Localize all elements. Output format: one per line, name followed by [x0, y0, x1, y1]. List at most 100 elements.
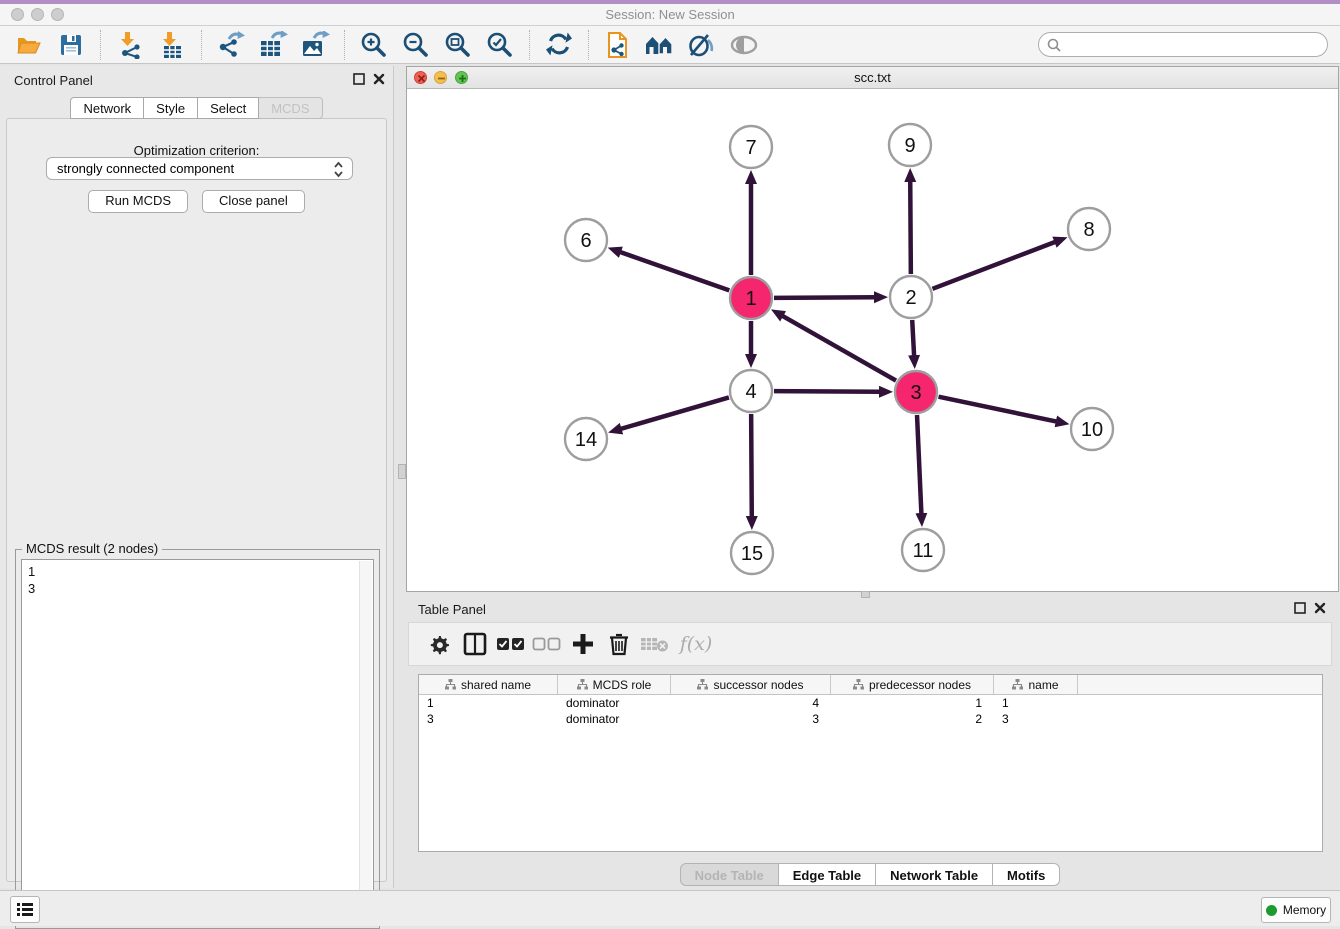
- column-header-shared-name[interactable]: shared name: [419, 675, 558, 694]
- graph-node-6[interactable]: 6: [565, 219, 607, 261]
- column-header-predecessor-nodes[interactable]: predecessor nodes: [831, 675, 994, 694]
- tab-edge-table[interactable]: Edge Table: [779, 863, 876, 886]
- tab-network[interactable]: Network: [70, 97, 144, 119]
- optimization-criterion-select[interactable]: strongly connected component: [46, 157, 353, 180]
- column-header-empty: [1078, 675, 1322, 694]
- edge-4-14[interactable]: [620, 397, 729, 429]
- close-panel-button[interactable]: Close panel: [202, 190, 305, 213]
- export-table-icon[interactable]: [256, 29, 290, 61]
- function-builder-icon[interactable]: f(x): [673, 626, 719, 662]
- table-row[interactable]: 1dominator411: [419, 695, 1322, 711]
- table-cell[interactable]: 1: [831, 695, 994, 711]
- app-titlebar: Session: New Session: [0, 0, 1340, 26]
- show-columns-icon[interactable]: [457, 626, 493, 662]
- svg-text:3: 3: [910, 382, 921, 404]
- open-session-icon[interactable]: [12, 29, 46, 61]
- toolbar-separator: [201, 30, 202, 60]
- graph-node-3[interactable]: 3: [895, 371, 937, 413]
- column-header-name[interactable]: name: [994, 675, 1078, 694]
- graph-node-14[interactable]: 14: [565, 418, 607, 460]
- edge-4-15[interactable]: [751, 414, 752, 518]
- close-panel-icon[interactable]: [1314, 602, 1326, 614]
- graph-node-10[interactable]: 10: [1071, 408, 1113, 450]
- graph-node-8[interactable]: 8: [1068, 208, 1110, 250]
- show-details-icon[interactable]: [727, 29, 761, 61]
- main-toolbar: [0, 26, 1340, 64]
- table-cell[interactable]: 1: [994, 695, 1078, 711]
- graph-node-2[interactable]: 2: [890, 276, 932, 318]
- table-cell[interactable]: 2: [831, 711, 994, 727]
- edge-2-8[interactable]: [932, 241, 1056, 288]
- run-mcds-button[interactable]: Run MCDS: [88, 190, 188, 213]
- graph-node-4[interactable]: 4: [730, 370, 772, 412]
- edge-1-6[interactable]: [619, 252, 729, 291]
- svg-text:11: 11: [913, 540, 934, 562]
- tab-network-table[interactable]: Network Table: [876, 863, 993, 886]
- edge-2-3[interactable]: [912, 320, 914, 357]
- table-options-gear-icon[interactable]: [421, 626, 457, 662]
- tab-motifs[interactable]: Motifs: [993, 863, 1060, 886]
- graph-node-9[interactable]: 9: [889, 124, 931, 166]
- apply-layout-icon[interactable]: [542, 29, 576, 61]
- import-network-icon[interactable]: [113, 29, 147, 61]
- result-scrollbar[interactable]: [359, 561, 372, 922]
- table-cell[interactable]: dominator: [558, 711, 671, 727]
- vertical-divider-handle[interactable]: [398, 464, 406, 479]
- table-cell[interactable]: 3: [419, 711, 558, 727]
- zoom-out-icon[interactable]: [399, 29, 433, 61]
- table-row[interactable]: 3dominator323: [419, 711, 1322, 727]
- deselect-all-icon[interactable]: [529, 626, 565, 662]
- clone-network-icon[interactable]: [601, 29, 635, 61]
- float-panel-icon[interactable]: [353, 73, 365, 85]
- edge-3-11[interactable]: [917, 415, 921, 515]
- control-panel-header: Control Panel: [0, 66, 393, 94]
- graph-node-11[interactable]: 11: [902, 529, 944, 571]
- toolbar-separator: [529, 30, 530, 60]
- column-header-successor-nodes[interactable]: successor nodes: [671, 675, 831, 694]
- edge-1-2[interactable]: [774, 297, 876, 298]
- search-input[interactable]: [1066, 37, 1316, 52]
- tab-style[interactable]: Style: [144, 97, 198, 119]
- save-session-icon[interactable]: [54, 29, 88, 61]
- task-history-button[interactable]: [10, 896, 40, 923]
- graph-node-7[interactable]: 7: [730, 126, 772, 168]
- graph-node-15[interactable]: 15: [731, 532, 773, 574]
- edge-2-9[interactable]: [910, 180, 911, 274]
- export-image-icon[interactable]: [298, 29, 332, 61]
- edge-3-1[interactable]: [781, 315, 896, 380]
- network-graph[interactable]: 7 9 6 8 1 2 4 3 14 10 15 11: [407, 89, 1338, 591]
- tab-select[interactable]: Select: [198, 97, 259, 119]
- table-cell[interactable]: dominator: [558, 695, 671, 711]
- svg-text:4: 4: [745, 381, 756, 403]
- column-header-MCDS-role[interactable]: MCDS role: [558, 675, 671, 694]
- network-canvas[interactable]: 7 9 6 8 1 2 4 3 14 10 15 11: [407, 89, 1338, 591]
- tab-node-table[interactable]: Node Table: [680, 863, 779, 886]
- table-cell[interactable]: 3: [671, 711, 831, 727]
- table-cell[interactable]: 4: [671, 695, 831, 711]
- mcds-result-textarea[interactable]: 13: [21, 559, 374, 922]
- zoom-fit-icon[interactable]: [441, 29, 475, 61]
- first-neighbors-icon[interactable]: [643, 29, 677, 61]
- delete-icon[interactable]: [601, 626, 637, 662]
- edge-4-3[interactable]: [774, 391, 881, 392]
- table-toolbar: f(x): [408, 622, 1332, 666]
- select-all-icon[interactable]: [493, 626, 529, 662]
- delete-column-icon[interactable]: [637, 626, 673, 662]
- search-icon: [1047, 38, 1061, 52]
- memory-button[interactable]: Memory: [1261, 897, 1331, 923]
- float-panel-icon[interactable]: [1294, 602, 1306, 614]
- tab-mcds[interactable]: MCDS: [259, 97, 322, 119]
- export-network-icon[interactable]: [214, 29, 248, 61]
- graph-node-1[interactable]: 1: [730, 277, 772, 319]
- hide-details-icon[interactable]: [685, 29, 719, 61]
- node-table[interactable]: shared nameMCDS rolesuccessor nodesprede…: [418, 674, 1323, 852]
- zoom-in-icon[interactable]: [357, 29, 391, 61]
- edge-3-10[interactable]: [939, 397, 1058, 422]
- table-cell[interactable]: 3: [994, 711, 1078, 727]
- table-cell[interactable]: 1: [419, 695, 558, 711]
- add-row-icon[interactable]: [565, 626, 601, 662]
- zoom-selected-icon[interactable]: [483, 29, 517, 61]
- import-table-icon[interactable]: [155, 29, 189, 61]
- close-panel-icon[interactable]: [373, 73, 385, 85]
- search-field[interactable]: [1038, 32, 1328, 57]
